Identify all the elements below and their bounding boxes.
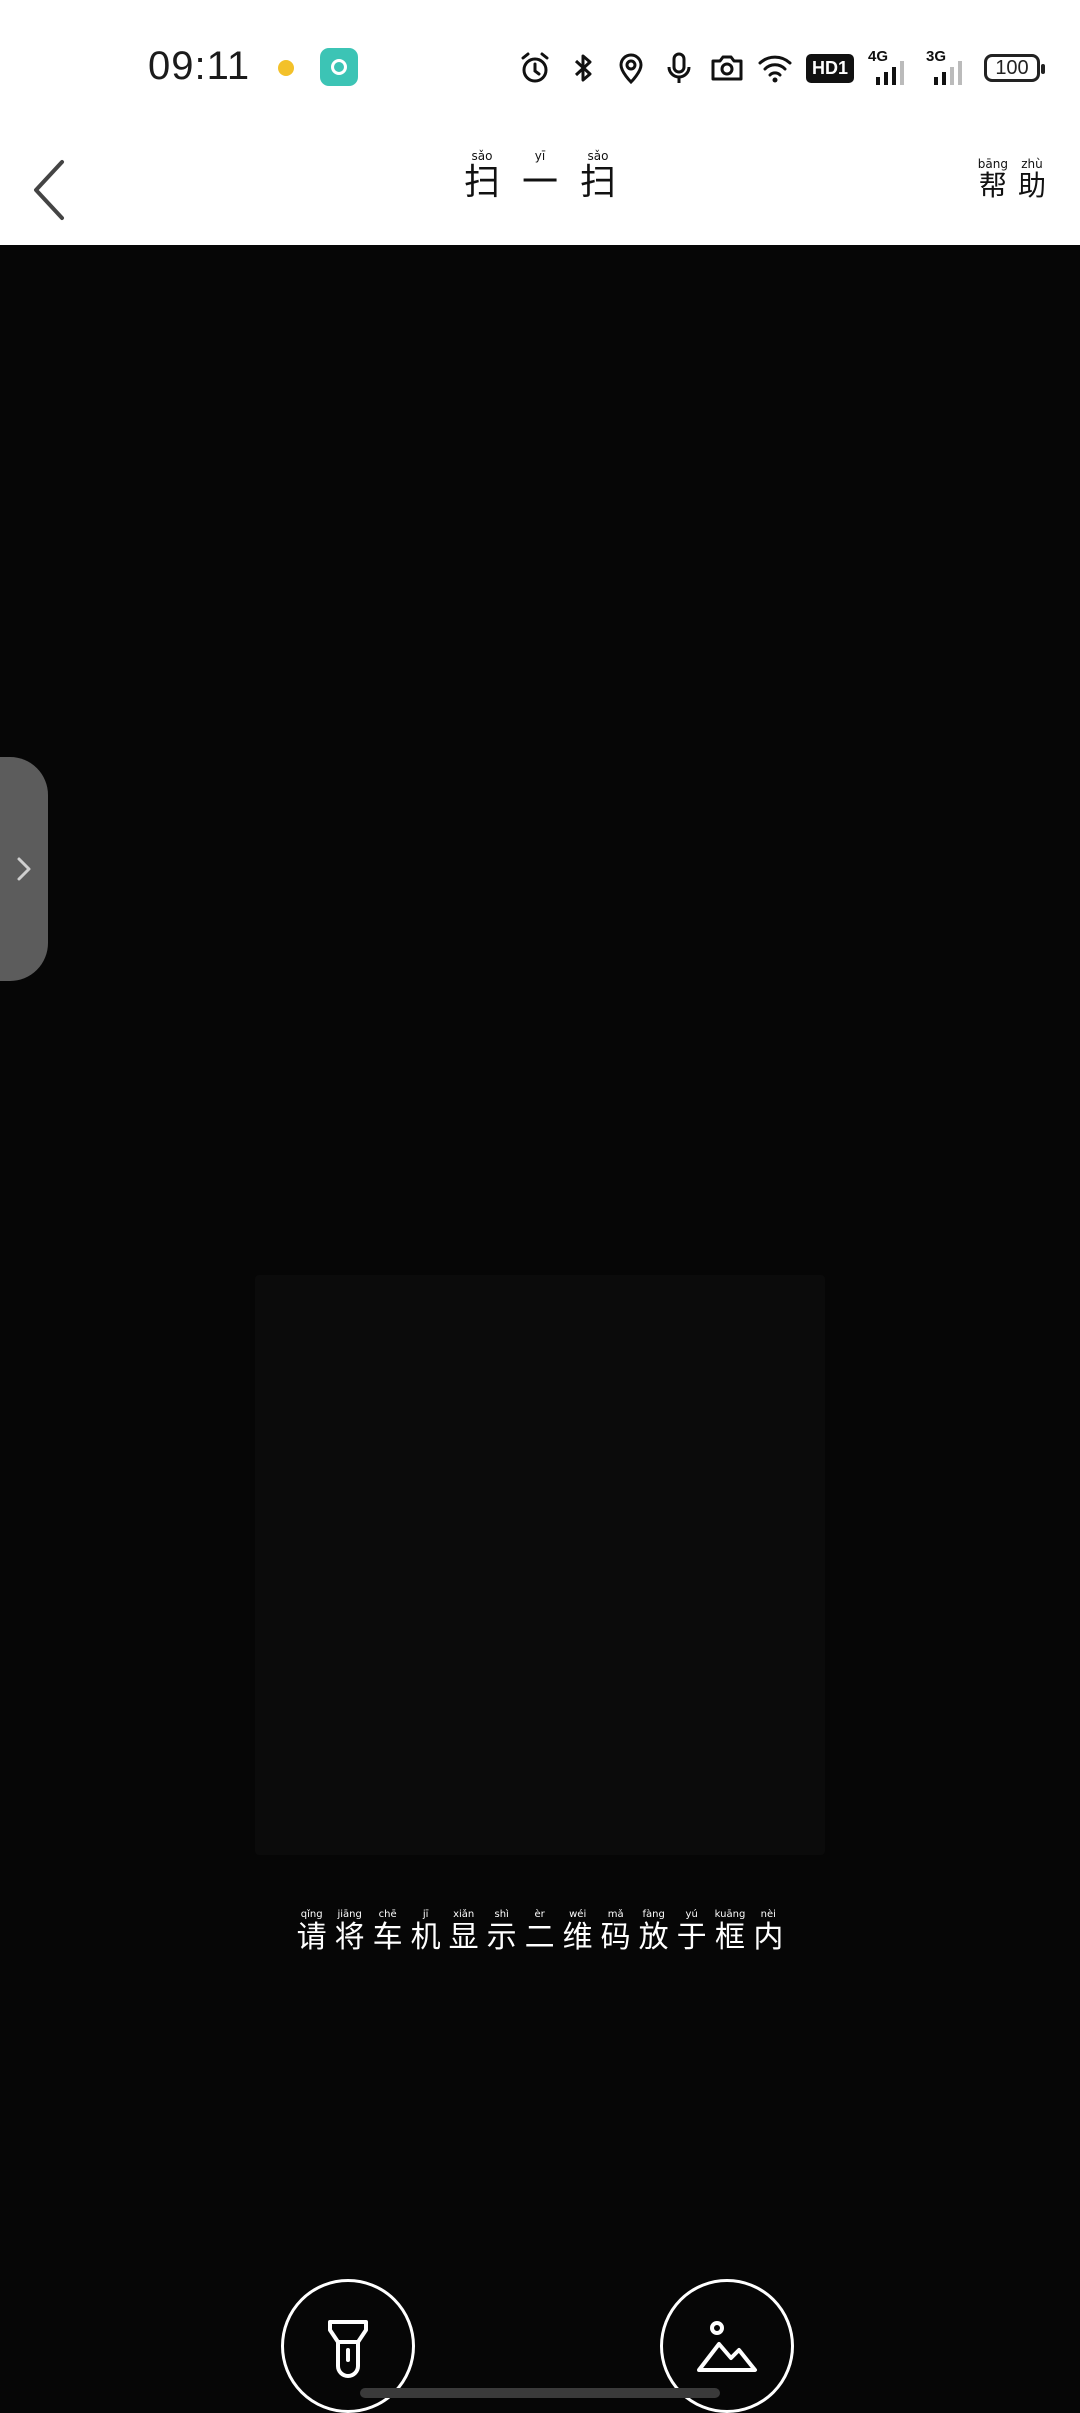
scan-frame — [255, 1275, 825, 1855]
hint-char: qǐng 请 — [296, 1909, 327, 1955]
microphone-icon — [667, 52, 691, 83]
flashlight-icon — [328, 2320, 368, 2378]
app-notification-icon — [320, 48, 358, 86]
hint-char: shì 示 — [486, 1909, 517, 1955]
title-char: sǎo 扫 — [463, 149, 500, 203]
emoji-notification-icon — [278, 60, 294, 76]
side-drawer-handle[interactable] — [0, 757, 48, 981]
status-icons: HD1 4G 3G 100 — [518, 46, 1045, 90]
hd-voice-badge: HD1 — [805, 53, 854, 83]
wifi-icon — [758, 55, 792, 83]
title-char: sǎo 扫 — [580, 149, 617, 203]
camera-icon — [711, 55, 743, 81]
hint-char: jiāng 将 — [334, 1909, 365, 1955]
battery-indicator: 100 — [984, 54, 1045, 82]
image-gallery-icon — [697, 2321, 757, 2372]
hint-char: xiǎn 显 — [448, 1909, 479, 1955]
help-button[interactable]: bāng 帮 zhù 助 — [978, 153, 1046, 202]
hint-char: kuāng 框 — [714, 1909, 746, 1955]
hint-char: èr 二 — [524, 1909, 555, 1955]
home-indicator[interactable] — [360, 2388, 720, 2398]
page-title: sǎo 扫 yī 一 sǎo 扫 — [0, 145, 1080, 203]
hint-char: yú 于 — [676, 1909, 707, 1955]
signal-4g: 4G — [868, 48, 912, 85]
help-char: bāng 帮 — [977, 157, 1008, 202]
title-char: yī 一 — [521, 149, 558, 203]
signal-bars-icon — [876, 61, 904, 85]
hint-char: chē 车 — [372, 1909, 403, 1955]
status-time: 09:11 — [148, 44, 251, 88]
hint-char: fàng 放 — [638, 1909, 669, 1955]
hint-char: mǎ 码 — [600, 1909, 631, 1955]
chevron-right-icon — [17, 857, 31, 881]
hint-char: nèi 内 — [753, 1909, 784, 1955]
hint-char: jī 机 — [410, 1909, 441, 1955]
signal-3g: 3G — [926, 48, 970, 85]
location-icon — [619, 53, 643, 85]
header-bar: sǎo 扫 yī 一 sǎo 扫 bāng 帮 zhù 助 — [0, 135, 1080, 245]
status-bar: 09:11 HD1 4G 3G 100 — [0, 0, 1080, 135]
help-char: zhù 助 — [1017, 157, 1046, 202]
scan-hint: qǐng 请 jiāng 将 chē 车 jī 机 xiǎn 显 shì 示 èr 二 wéi 维 mǎ 码 fàn… — [0, 1902, 1080, 1954]
camera-viewfinder: qǐng 请 jiāng 将 chē 车 jī 机 xiǎn 显 shì 示 èr 二 wéi 维 mǎ 码 fàn… — [0, 245, 1080, 2413]
alarm-icon — [521, 52, 549, 83]
hint-char: wéi 维 — [562, 1909, 593, 1955]
bluetooth-icon — [574, 54, 592, 82]
signal-bars-icon — [934, 61, 962, 85]
